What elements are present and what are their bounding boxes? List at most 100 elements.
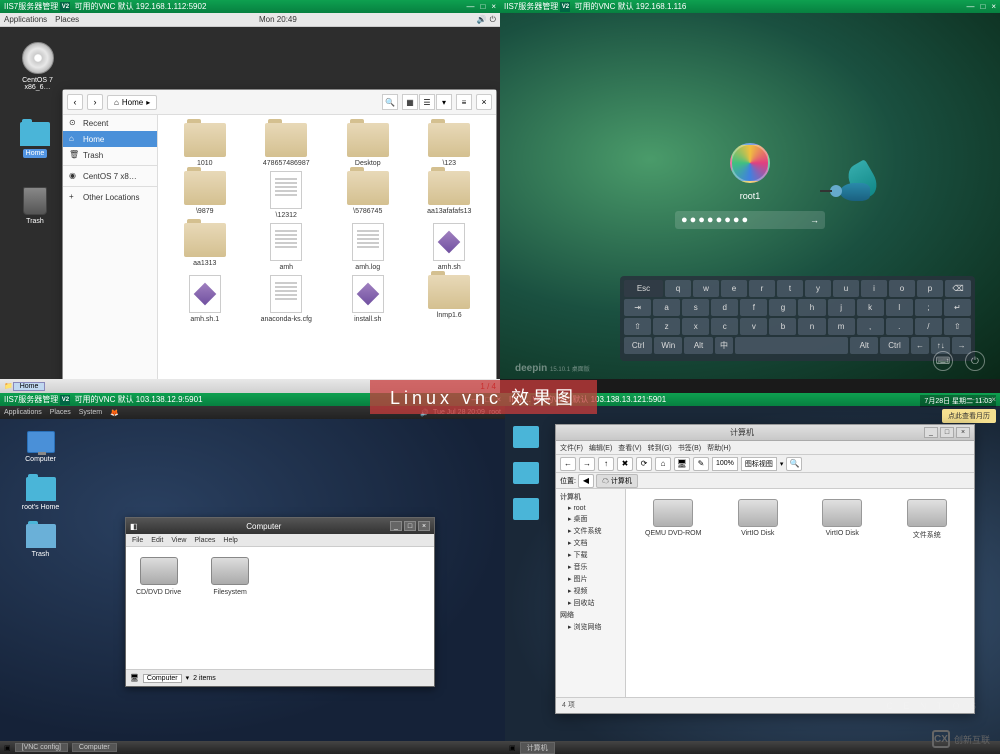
location-select[interactable]: Computer: [143, 674, 182, 683]
sidebar-item[interactable]: ▸ root: [556, 503, 625, 513]
osk-key[interactable]: f: [740, 299, 767, 316]
breadcrumb[interactable]: ⌂ Home ▸: [107, 95, 157, 110]
taskbar-vnc[interactable]: [VNC config]: [15, 743, 68, 752]
file-item[interactable]: 1010: [166, 123, 244, 167]
osk-key[interactable]: u: [833, 280, 859, 297]
file-item[interactable]: 478657486987: [248, 123, 326, 167]
menu-item[interactable]: View: [171, 537, 186, 544]
sidebar-other[interactable]: +Other Locations: [63, 189, 157, 205]
minimize-button[interactable]: _: [924, 427, 938, 438]
grid-view-button[interactable]: ▦: [402, 94, 418, 110]
maximize-button[interactable]: □: [980, 2, 985, 11]
drive-item[interactable]: QEMU DVD-ROM: [636, 499, 711, 540]
up-button[interactable]: ↑: [598, 457, 614, 471]
dropdown-button[interactable]: ▾: [436, 94, 452, 110]
menu-item[interactable]: 书签(B): [678, 443, 701, 453]
file-item[interactable]: anaconda-ks.cfg: [248, 275, 326, 323]
osk-key[interactable]: o: [889, 280, 915, 297]
osk-key[interactable]: q: [665, 280, 691, 297]
maximize-button[interactable]: □: [480, 2, 485, 11]
file-item[interactable]: aa1313: [166, 223, 244, 271]
sidebar-item[interactable]: ▸ 图片: [556, 573, 625, 585]
taskbar-icon[interactable]: 📁: [4, 382, 13, 390]
osk-key[interactable]: e: [721, 280, 747, 297]
osk-key[interactable]: p: [917, 280, 943, 297]
close-button[interactable]: ×: [991, 2, 996, 11]
power-icon[interactable]: ⏻: [490, 15, 496, 25]
applications-menu[interactable]: Applications: [4, 409, 42, 416]
osk-key[interactable]: ⇧: [624, 318, 651, 335]
path-segment[interactable]: ☁ 计算机: [596, 474, 638, 488]
file-item[interactable]: amh.sh.1: [166, 275, 244, 323]
osk-key[interactable]: c: [711, 318, 738, 335]
clock[interactable]: 7月28日 星期二 11:03: [920, 395, 996, 407]
osk-key[interactable]: Ctrl: [624, 337, 652, 354]
file-item[interactable]: \12312: [248, 171, 326, 219]
osk-key[interactable]: ;: [915, 299, 942, 316]
show-desktop-icon[interactable]: ▣: [509, 744, 516, 752]
osk-key[interactable]: a: [653, 299, 680, 316]
osk-key[interactable]: j: [828, 299, 855, 316]
osk-key[interactable]: Alt: [850, 337, 878, 354]
sidebar-item[interactable]: ▸ 文件系统: [556, 525, 625, 537]
file-item[interactable]: install.sh: [329, 275, 407, 323]
file-item[interactable]: lnmp1.6: [411, 275, 489, 323]
sidebar-item[interactable]: ▸ 文档: [556, 537, 625, 549]
submit-arrow-icon[interactable]: →: [810, 215, 819, 225]
osk-key[interactable]: i: [861, 280, 887, 297]
osk-key[interactable]: l: [886, 299, 913, 316]
forward-button[interactable]: ›: [87, 94, 103, 110]
osk-key[interactable]: n: [798, 318, 825, 335]
osk-key[interactable]: y: [805, 280, 831, 297]
osk-key[interactable]: ⇥: [624, 299, 651, 316]
osk-key[interactable]: ⌫: [945, 280, 971, 297]
drive-item[interactable]: 文件系统: [890, 499, 965, 540]
close-button[interactable]: ×: [956, 427, 970, 438]
applications-menu[interactable]: Applications: [4, 15, 47, 24]
places-menu[interactable]: Places: [55, 15, 79, 24]
sidebar-trash[interactable]: 🗑Trash: [63, 147, 157, 163]
list-view-button[interactable]: ☰: [419, 94, 435, 110]
sidebar-item[interactable]: ▸ 视频: [556, 585, 625, 597]
show-desktop-icon[interactable]: ▣: [4, 744, 11, 752]
computer-desktop-icon[interactable]: Computer: [18, 431, 63, 463]
sidebar-item[interactable]: ▸ 桌面: [556, 513, 625, 525]
firefox-icon[interactable]: 🦊: [110, 409, 119, 417]
file-item[interactable]: amh.log: [329, 223, 407, 271]
stop-button[interactable]: ✖: [617, 457, 633, 471]
close-button[interactable]: ×: [418, 521, 430, 531]
menu-item[interactable]: Help: [223, 537, 237, 544]
osk-key[interactable]: b: [769, 318, 796, 335]
back-button[interactable]: ←: [560, 457, 576, 471]
menu-item[interactable]: 查看(V): [618, 443, 641, 453]
user-avatar[interactable]: [730, 143, 770, 183]
sidebar-item[interactable]: ▸ 回收站: [556, 597, 625, 609]
osk-key[interactable]: /: [915, 318, 942, 335]
menu-item[interactable]: File: [132, 537, 143, 544]
disc-desktop-icon[interactable]: CentOS 7 x86_6…: [15, 42, 60, 91]
menu-button[interactable]: ≡: [456, 94, 472, 110]
home-desktop-icon[interactable]: Home: [15, 122, 55, 158]
maximize-button[interactable]: □: [940, 427, 954, 438]
places-menu[interactable]: Places: [50, 409, 71, 416]
forward-button[interactable]: →: [579, 457, 595, 471]
osk-key[interactable]: 中: [715, 337, 734, 354]
file-item[interactable]: aa13afafafs13: [411, 171, 489, 219]
path-back-button[interactable]: ◀: [578, 474, 594, 488]
osk-key[interactable]: s: [682, 299, 709, 316]
volume-icon[interactable]: 🔊: [477, 15, 487, 25]
menu-item[interactable]: 转到(G): [648, 443, 672, 453]
trash-desktop-icon[interactable]: Trash: [15, 187, 55, 225]
edit-button[interactable]: ✎: [693, 457, 709, 471]
osk-key[interactable]: x: [682, 318, 709, 335]
minimize-button[interactable]: —: [966, 2, 974, 11]
sidebar-centos[interactable]: ◉CentOS 7 x8…: [63, 168, 157, 184]
file-item[interactable]: \123: [411, 123, 489, 167]
close-button[interactable]: ×: [491, 2, 496, 11]
back-button[interactable]: ‹: [67, 94, 83, 110]
sidebar-item[interactable]: ▸ 音乐: [556, 561, 625, 573]
password-field[interactable]: ●●●●●●●● →: [675, 211, 825, 229]
osk-key[interactable]: h: [798, 299, 825, 316]
menu-item[interactable]: 编辑(E): [589, 443, 612, 453]
sidebar-home[interactable]: ⌂Home: [63, 131, 157, 147]
